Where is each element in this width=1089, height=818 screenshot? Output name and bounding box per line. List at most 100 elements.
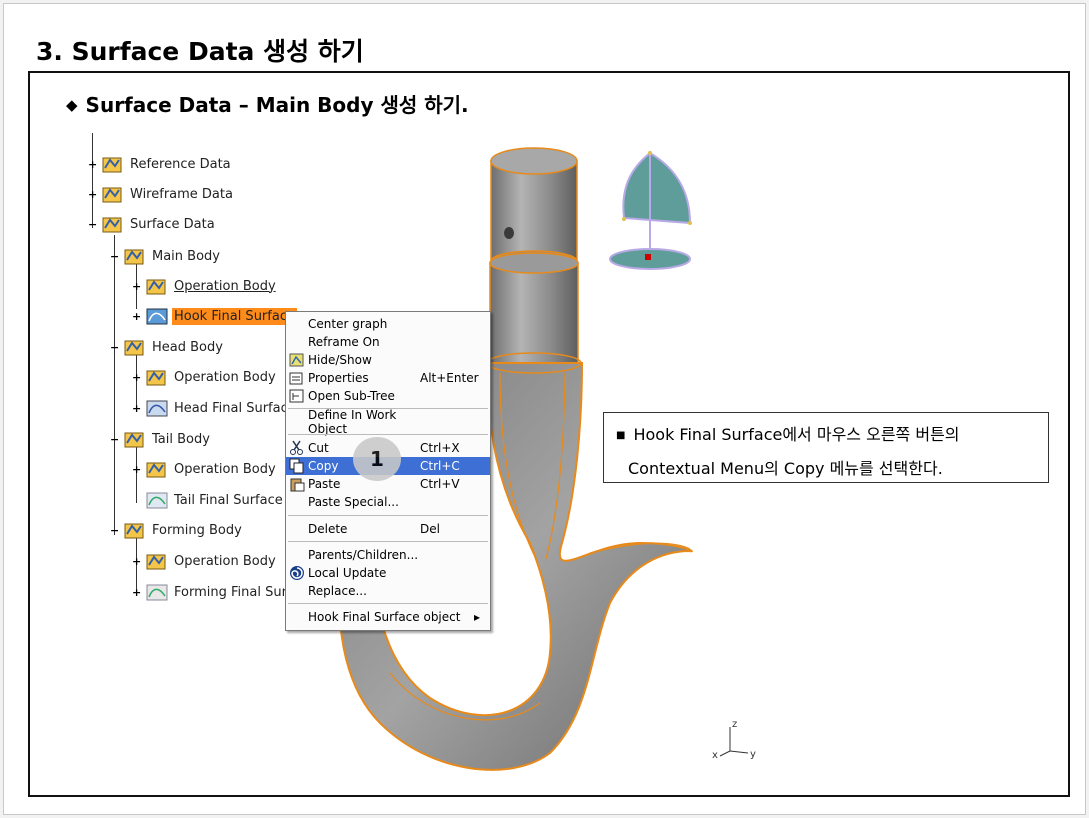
submenu-arrow-icon: ▸: [473, 610, 480, 624]
tree-item-reference-data[interactable]: + Reference Data: [88, 153, 233, 175]
update-spiral-icon: [289, 565, 305, 581]
menu-label: Reframe On: [308, 335, 380, 349]
menu-item-properties[interactable]: Properties Alt+Enter: [286, 369, 490, 387]
blank-icon: [289, 547, 305, 563]
tree-item-wireframe-data[interactable]: + Wireframe Data: [88, 183, 235, 205]
tree-item-label: Operation Body: [174, 278, 276, 294]
collapse-minus-icon[interactable]: −: [110, 251, 119, 262]
menu-item-parents-children[interactable]: Parents/Children...: [286, 546, 490, 564]
callout-text-2: Contextual Menu의 Copy 메뉴를 선택한다.: [628, 459, 943, 478]
tree-item-label: Forming Final Surf: [174, 584, 292, 600]
blank-icon: [289, 334, 305, 350]
tree-item-operation-body[interactable]: + Operation Body: [132, 366, 278, 388]
expand-plus-icon[interactable]: +: [132, 587, 141, 598]
tree-item-forming-body[interactable]: − Forming Body: [110, 519, 244, 541]
menu-label: Center graph: [308, 317, 388, 331]
content-box: ◆ Surface Data – Main Body 생성 하기. z y x …: [28, 71, 1070, 797]
tree-item-label-selected: Hook Final Surface: [172, 307, 297, 325]
geometry-set-icon: [123, 520, 147, 540]
expand-plus-icon[interactable]: +: [88, 189, 97, 200]
menu-item-local-update[interactable]: Local Update: [286, 564, 490, 582]
menu-item-hook-final-surface-object[interactable]: Hook Final Surface object ▸: [286, 608, 490, 626]
slide-title: 3. Surface Data 생성 하기: [36, 37, 364, 66]
expand-plus-icon[interactable]: +: [132, 403, 141, 414]
tree-item-label: Operation Body: [174, 553, 276, 569]
tree-item-label: Operation Body: [174, 461, 276, 477]
geometry-set-icon: [101, 154, 125, 174]
geometry-set-icon: [145, 459, 169, 479]
tree-item-main-body[interactable]: − Main Body: [110, 245, 222, 267]
menu-label: Delete: [308, 522, 348, 536]
tree-item-operation-body[interactable]: + Operation Body: [132, 550, 278, 572]
square-bullet-icon: ■: [616, 430, 626, 441]
surface-icon: [145, 490, 169, 510]
menu-item-replace[interactable]: Replace...: [286, 582, 490, 600]
collapse-minus-icon[interactable]: −: [110, 434, 119, 445]
menu-label: Parents/Children...: [308, 548, 419, 562]
menu-item-delete[interactable]: Delete Del: [286, 520, 490, 538]
tree-item-label: Forming Body: [152, 522, 242, 538]
menu-item-hide-show[interactable]: Hide/Show: [286, 351, 490, 369]
blank-icon: [289, 609, 305, 625]
surface-icon: [145, 306, 169, 326]
collapse-minus-icon[interactable]: −: [88, 219, 97, 230]
scissors-icon: [289, 440, 305, 456]
tree-item-label: Head Body: [152, 339, 223, 355]
slide: 3. Surface Data 생성 하기 ◆ Surface Data – Ma…: [3, 3, 1086, 815]
step-badge: 1: [353, 437, 401, 481]
expand-plus-icon[interactable]: +: [88, 159, 97, 170]
tree-item-head-final-surface[interactable]: + Head Final Surface: [132, 397, 298, 419]
geometry-set-icon: [101, 214, 125, 234]
expand-plus-icon[interactable]: +: [132, 311, 141, 322]
instruction-callout: ■ Hook Final Surface에서 마우스 오른쪽 버튼의 Contex…: [603, 412, 1049, 483]
expand-plus-icon[interactable]: +: [132, 281, 141, 292]
geometry-set-icon: [145, 551, 169, 571]
callout-line-2: Contextual Menu의 Copy 메뉴를 선택한다.: [616, 453, 1048, 484]
expand-plus-icon[interactable]: +: [132, 372, 141, 383]
tree-item-label: Head Final Surface: [174, 400, 296, 416]
menu-item-open-sub-tree[interactable]: Open Sub-Tree: [286, 387, 490, 405]
menu-shortcut: Ctrl+C: [420, 459, 460, 473]
tree-item-head-body[interactable]: − Head Body: [110, 336, 225, 358]
geometry-set-icon: [123, 429, 147, 449]
menu-item-paste-special[interactable]: Paste Special...: [286, 493, 490, 511]
menu-label: Paste: [308, 477, 341, 491]
menu-item-center-graph[interactable]: Center graph: [286, 315, 490, 333]
menu-shortcut: Alt+Enter: [420, 371, 479, 385]
menu-label: Hide/Show: [308, 353, 372, 367]
geometry-set-icon: [101, 184, 125, 204]
tree-item-hook-final-surface[interactable]: + Hook Final Surface: [132, 305, 297, 327]
surface-icon: [145, 582, 169, 602]
surface-icon: [145, 398, 169, 418]
blank-icon: [289, 494, 305, 510]
sub-tree-icon: [289, 388, 305, 404]
copy-icon: [289, 458, 305, 474]
callout-line-1: ■ Hook Final Surface에서 마우스 오른쪽 버튼의: [616, 419, 1048, 453]
tree-item-label: Tail Final Surface: [174, 492, 283, 508]
menu-label: Properties: [308, 371, 369, 385]
blank-icon: [289, 316, 305, 332]
tree-item-label: Surface Data: [130, 216, 215, 232]
tree-item-operation-body[interactable]: + Operation Body: [132, 275, 278, 297]
tree-item-label: Operation Body: [174, 369, 276, 385]
tree-item-forming-final-surf[interactable]: + Forming Final Surf: [132, 581, 294, 603]
menu-label: Local Update: [308, 566, 387, 580]
menu-label: Replace...: [308, 584, 367, 598]
menu-item-define-in-work-object[interactable]: Define In Work Object: [286, 408, 490, 436]
menu-item-reframe-on[interactable]: Reframe On: [286, 333, 490, 351]
menu-shortcut: Del: [420, 522, 440, 536]
geometry-set-icon: [145, 276, 169, 296]
tree-item-operation-body[interactable]: + Operation Body: [132, 458, 278, 480]
geometry-set-icon: [145, 367, 169, 387]
tree-item-tail-body[interactable]: − Tail Body: [110, 428, 212, 450]
collapse-minus-icon[interactable]: −: [110, 525, 119, 536]
tree-item-label: Reference Data: [130, 156, 231, 172]
tree-item-tail-final-surface[interactable]: Tail Final Surface: [145, 489, 285, 511]
collapse-minus-icon[interactable]: −: [110, 342, 119, 353]
expand-plus-icon[interactable]: +: [132, 556, 141, 567]
menu-label: Open Sub-Tree: [308, 389, 395, 403]
expand-plus-icon[interactable]: +: [132, 464, 141, 475]
geometry-set-icon: [123, 337, 147, 357]
blank-icon: [289, 521, 305, 537]
tree-item-surface-data[interactable]: − Surface Data: [88, 213, 217, 235]
